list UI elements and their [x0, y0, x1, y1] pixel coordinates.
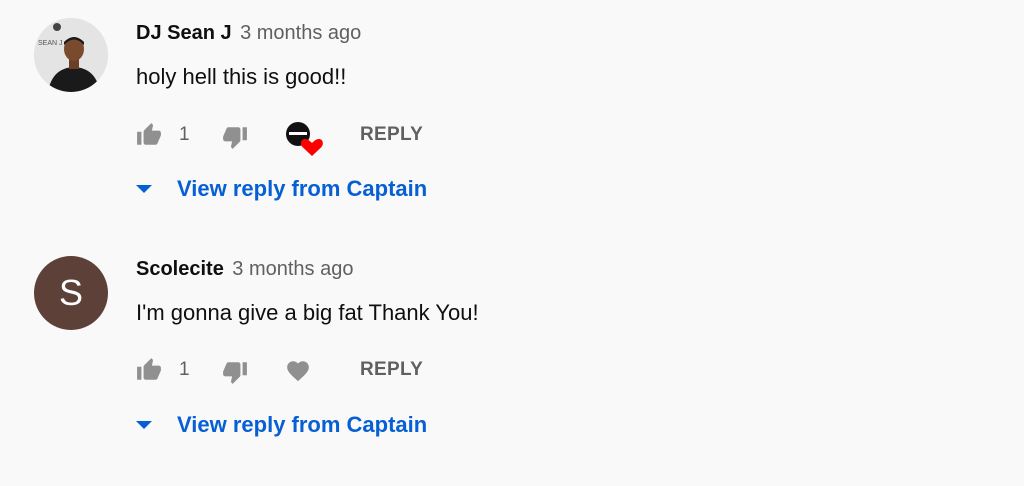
comment-timestamp[interactable]: 3 months ago: [232, 258, 353, 280]
reply-button[interactable]: REPLY: [360, 359, 423, 381]
comment-timestamp[interactable]: 3 months ago: [240, 22, 361, 44]
author-name[interactable]: Scolecite: [136, 258, 224, 280]
reply-button[interactable]: REPLY: [360, 124, 423, 146]
avatar-letter: S: [58, 272, 83, 313]
comment-header: Scolecite 3 months ago: [136, 258, 353, 281]
view-replies-label: View reply from Captain: [177, 412, 428, 437]
like-button[interactable]: [134, 122, 164, 148]
author-name[interactable]: DJ Sean J: [136, 22, 232, 44]
comment-actions: 1 REPLY: [134, 120, 534, 156]
creator-heart-badge[interactable]: [284, 120, 324, 156]
like-count: 1: [179, 124, 190, 145]
caret-down-icon: [136, 421, 152, 431]
comment-header: DJ Sean J 3 months ago: [136, 22, 361, 45]
avatar[interactable]: S: [34, 256, 108, 330]
thumbs-up-icon: [137, 123, 161, 145]
comment-text: holy hell this is good!!: [136, 64, 347, 89]
dislike-button[interactable]: [220, 359, 250, 385]
caret-down-icon: [136, 185, 152, 195]
svg-text:SEAN J: SEAN J: [38, 40, 63, 47]
like-count: 1: [179, 359, 190, 380]
creator-heart-icon: [286, 122, 323, 156]
avatar[interactable]: SEAN J: [34, 18, 108, 92]
like-button[interactable]: [134, 357, 164, 383]
heart-outline-icon: [287, 361, 309, 382]
comment-actions: 1 REPLY: [134, 355, 534, 387]
thumbs-down-icon: [223, 127, 247, 149]
view-replies-label: View reply from Captain: [177, 176, 428, 201]
avatar-photo-image: SEAN J: [34, 18, 108, 92]
comment-text: I'm gonna give a big fat Thank You!: [136, 300, 479, 325]
thumbs-down-icon: [223, 362, 247, 384]
thumbs-up-icon: [137, 358, 161, 380]
dislike-button[interactable]: [220, 124, 250, 150]
heart-button[interactable]: [284, 358, 312, 384]
